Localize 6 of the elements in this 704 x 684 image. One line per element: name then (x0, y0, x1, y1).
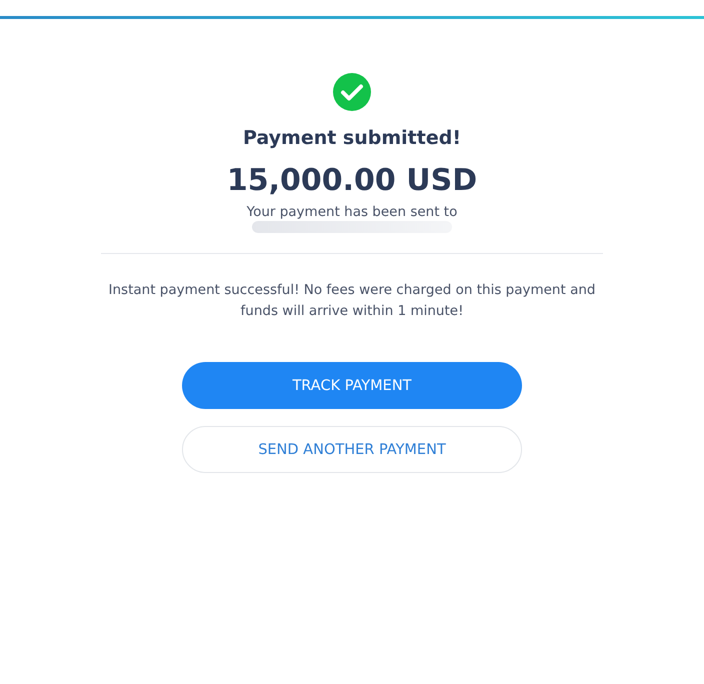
status-title: Payment submitted! (242, 127, 461, 149)
payment-amount: 15,000.00 USD (226, 163, 478, 198)
recipient-text: Your payment has been sent to (246, 204, 458, 220)
send-payment-button[interactable]: SEND ANOTHER PAYMENT (182, 426, 522, 473)
track-payment-button[interactable]: TRACK PAYMENT (182, 362, 522, 409)
info-message: Instant payment successful! No fees were charged on this payment and funds will arrive within 1 minute! (108, 281, 596, 321)
